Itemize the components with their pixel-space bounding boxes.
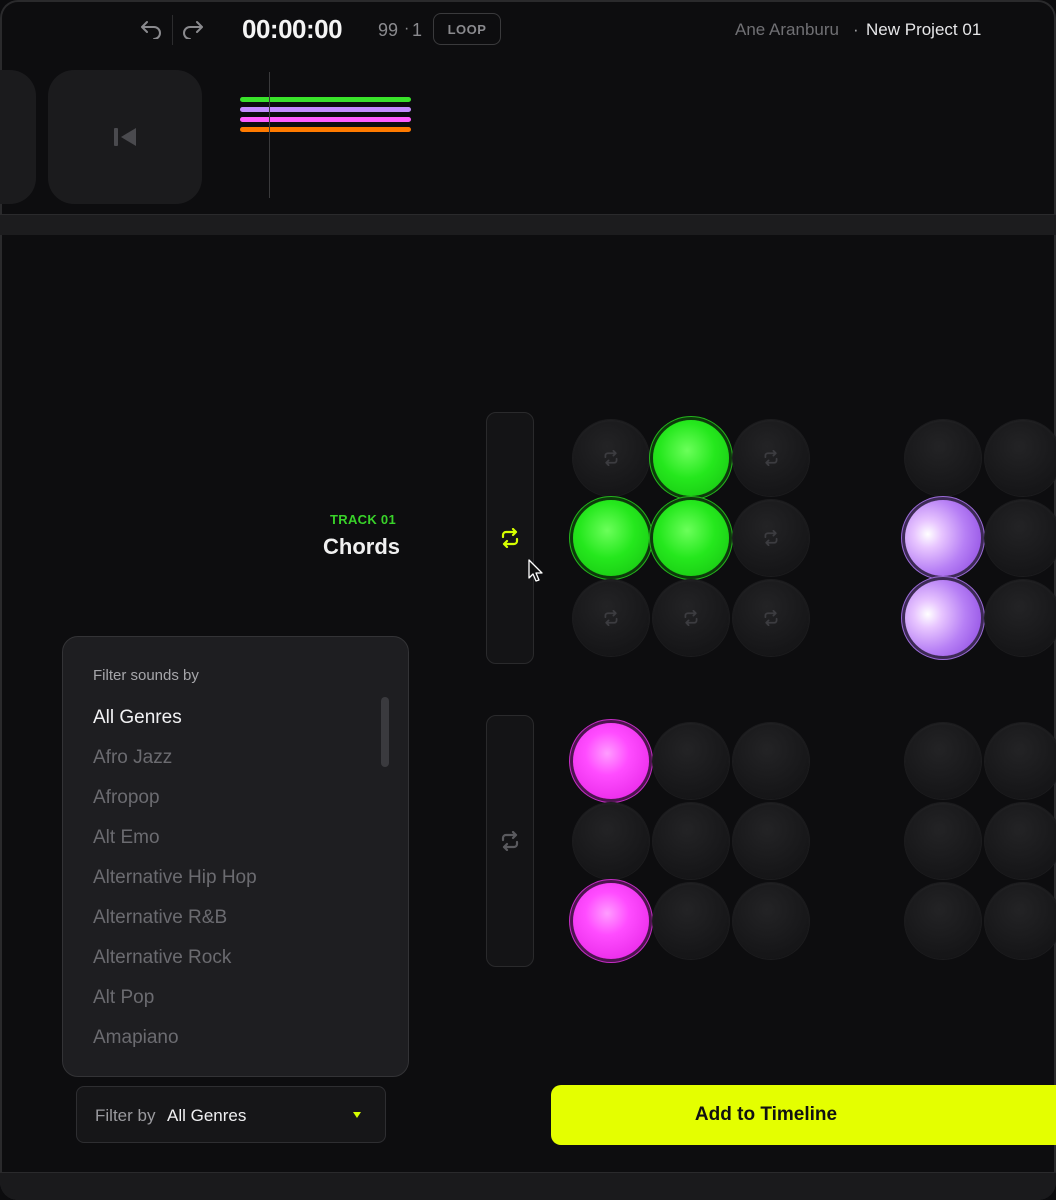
- sound-pad[interactable]: [905, 803, 981, 879]
- sound-pad[interactable]: [653, 803, 729, 879]
- repeat-icon: [764, 610, 778, 626]
- track-number: TRACK 01: [330, 512, 396, 527]
- sound-pad[interactable]: [653, 723, 729, 799]
- genre-option[interactable]: Amapiano: [93, 1027, 179, 1049]
- sound-pad[interactable]: [985, 883, 1056, 959]
- redo-button[interactable]: [180, 15, 206, 43]
- loop-toggle-track[interactable]: [486, 715, 534, 967]
- skip-back-icon: [114, 128, 136, 146]
- sound-pad-active[interactable]: [653, 420, 729, 496]
- title-separator: ·: [853, 20, 859, 39]
- bottom-timeline-strip: [0, 1172, 1056, 1200]
- sound-pad[interactable]: [573, 420, 649, 496]
- genre-option[interactable]: Afropop: [93, 787, 160, 809]
- redo-icon: [183, 21, 203, 39]
- repeat-icon: [604, 610, 618, 626]
- app-window: 00:00:00 99 · 1 LOOP Ane Aranburu · New …: [0, 0, 1056, 1200]
- sound-pad[interactable]: [653, 883, 729, 959]
- scrollbar-thumb[interactable]: [381, 697, 389, 767]
- genre-option[interactable]: All Genres: [93, 707, 182, 729]
- caret-down-icon: [353, 1112, 361, 1118]
- sound-pad[interactable]: [985, 580, 1056, 656]
- toolbar-divider: [172, 15, 173, 45]
- sound-pad[interactable]: [733, 420, 809, 496]
- genre-filter-select[interactable]: Filter by All Genres: [76, 1086, 386, 1143]
- project-title[interactable]: New Project 01: [866, 20, 981, 40]
- sound-pad[interactable]: [733, 883, 809, 959]
- sound-pad[interactable]: [573, 803, 649, 879]
- loop-toggle-chords[interactable]: [486, 412, 534, 664]
- section-divider: [0, 214, 1056, 235]
- sound-pad-active[interactable]: [573, 723, 649, 799]
- sound-pad[interactable]: [985, 500, 1056, 576]
- sound-pad[interactable]: [985, 803, 1056, 879]
- playhead[interactable]: [269, 72, 270, 198]
- filter-select-label: Filter by: [95, 1106, 156, 1125]
- genre-option[interactable]: Alt Pop: [93, 987, 154, 1009]
- loop-button[interactable]: LOOP: [433, 13, 501, 45]
- sound-pad[interactable]: [733, 580, 809, 656]
- sound-pad[interactable]: [905, 420, 981, 496]
- timeline-track-line: [240, 117, 411, 122]
- genre-option[interactable]: Alt Emo: [93, 827, 160, 849]
- repeat-icon: [684, 610, 698, 626]
- undo-button[interactable]: [138, 15, 164, 43]
- user-name: Ane Aranburu: [735, 20, 839, 39]
- sound-pad[interactable]: [733, 500, 809, 576]
- sound-pad[interactable]: [985, 420, 1056, 496]
- filter-select-value: All Genres: [167, 1106, 247, 1125]
- genre-option[interactable]: Afro Jazz: [93, 747, 172, 769]
- repeat-icon: [604, 450, 618, 466]
- sound-pad-active[interactable]: [653, 500, 729, 576]
- transport-pad[interactable]: [0, 70, 36, 204]
- genre-option[interactable]: Alternative Rock: [93, 947, 231, 969]
- sound-pad[interactable]: [905, 883, 981, 959]
- bpm-display[interactable]: 99: [378, 20, 398, 41]
- add-to-timeline-label: Add to Timeline: [694, 1104, 838, 1125]
- sound-pad-active[interactable]: [573, 883, 649, 959]
- sound-pad[interactable]: [573, 580, 649, 656]
- mouse-pointer-icon: [528, 559, 543, 582]
- add-to-timeline-button[interactable]: Add to Timeline: [551, 1085, 1056, 1145]
- bar-separator: ·: [404, 20, 410, 37]
- sound-pad[interactable]: [905, 723, 981, 799]
- repeat-icon: [501, 831, 519, 851]
- genre-option[interactable]: Alternative Hip Hop: [93, 867, 257, 889]
- sound-pad[interactable]: [733, 723, 809, 799]
- timeline-track-line: [240, 107, 411, 112]
- track-name: Chords: [323, 534, 400, 559]
- time-display: 00:00:00: [242, 14, 343, 44]
- rewind-button[interactable]: [48, 70, 202, 204]
- repeat-icon: [764, 530, 778, 546]
- timeline-track-line: [240, 127, 411, 132]
- sound-pad-active[interactable]: [905, 500, 981, 576]
- sound-pad[interactable]: [985, 723, 1056, 799]
- bar-display: 1: [412, 20, 423, 40]
- sound-pad[interactable]: [733, 803, 809, 879]
- repeat-icon: [764, 450, 778, 466]
- repeat-icon: [501, 528, 519, 548]
- genre-filter-dropdown: Filter sounds by All Genres Afro Jazz Af…: [62, 636, 409, 1077]
- filter-heading: Filter sounds by: [93, 667, 199, 684]
- timeline-track-line: [240, 97, 411, 102]
- sound-pad-active[interactable]: [905, 580, 981, 656]
- sound-pad-active[interactable]: [573, 500, 649, 576]
- undo-icon: [141, 21, 161, 39]
- genre-option[interactable]: Alternative R&B: [93, 907, 227, 929]
- sound-pad[interactable]: [653, 580, 729, 656]
